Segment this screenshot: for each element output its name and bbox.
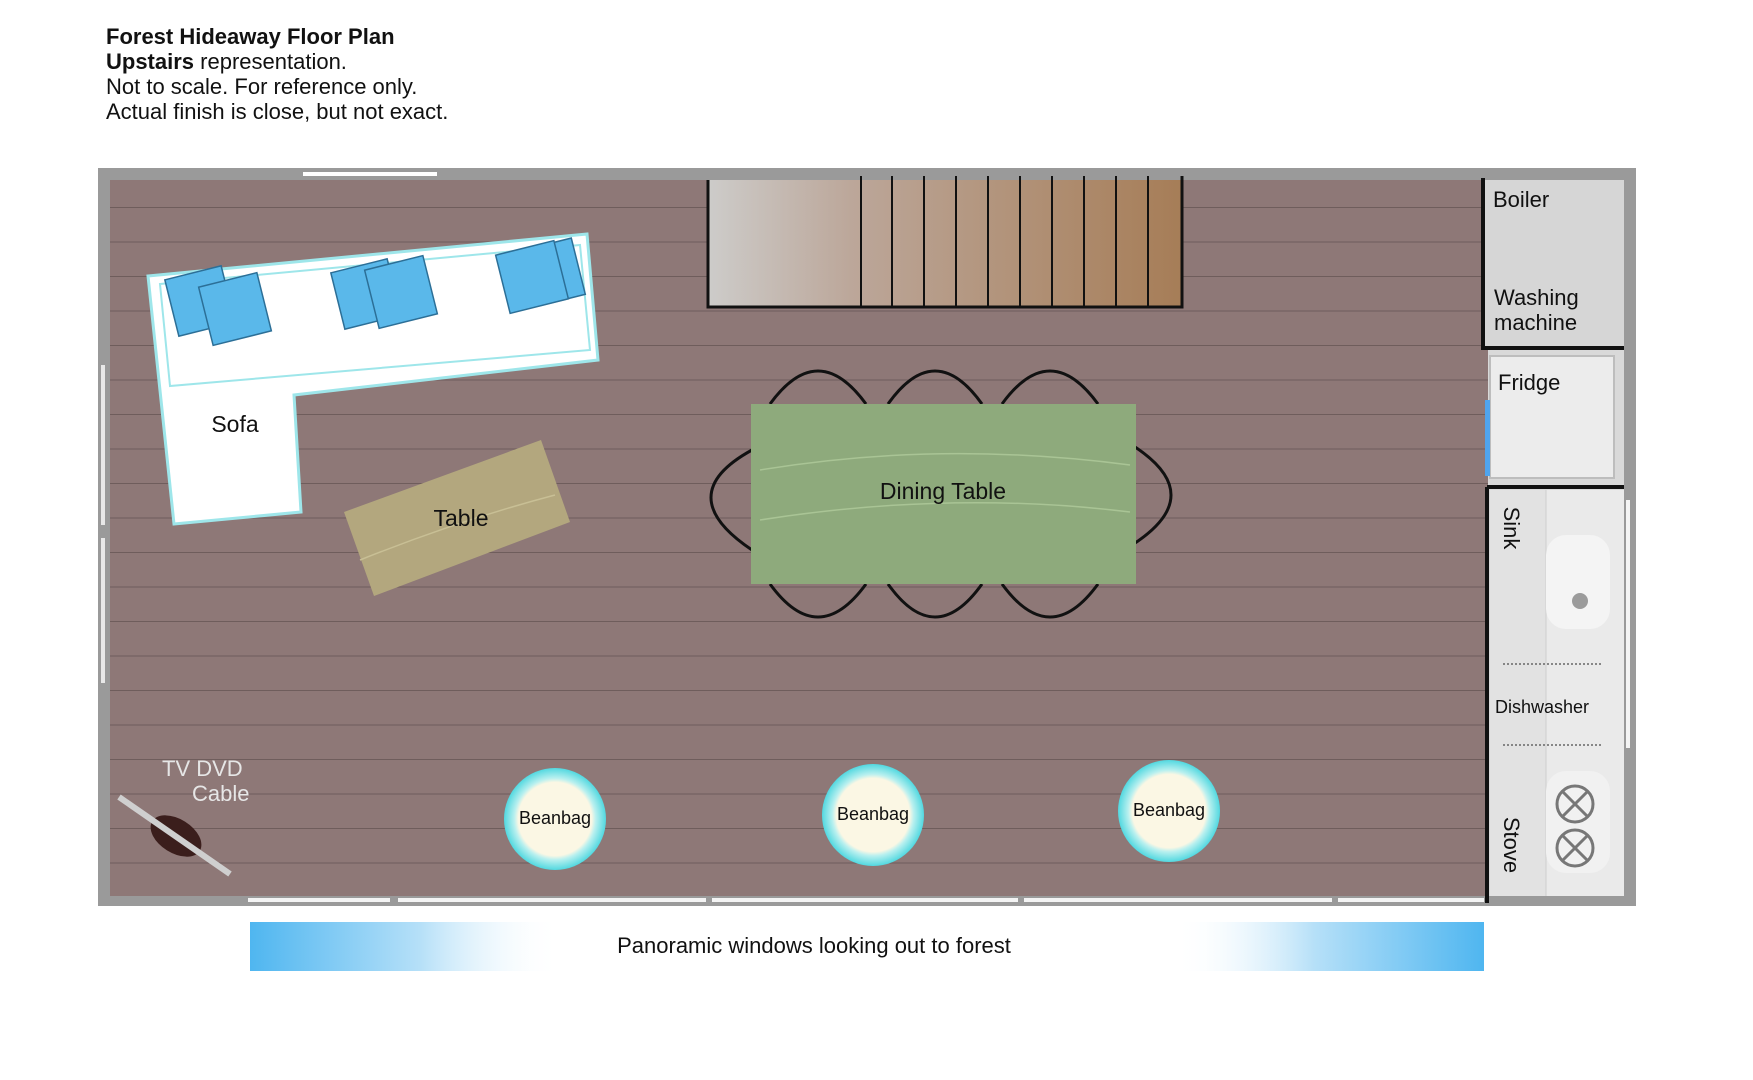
stove-label: Stove — [1499, 817, 1524, 873]
sink-drain-icon — [1572, 593, 1588, 609]
left-window-upper — [101, 365, 105, 525]
fridge-label: Fridge — [1498, 370, 1560, 395]
beanbag-label: Beanbag — [519, 808, 591, 828]
beanbag-label: Beanbag — [1133, 800, 1205, 820]
boiler-washer-closet: Boiler Washing machine — [1481, 178, 1624, 350]
washing-label-2: machine — [1494, 310, 1577, 335]
staircase — [706, 176, 1184, 309]
right-window-marker — [1626, 500, 1630, 748]
beanbag-3: Beanbag — [1118, 760, 1220, 862]
beanbag-2: Beanbag — [822, 764, 924, 866]
left-window-lower — [101, 538, 105, 683]
kitchen-counter: Sink Dishwasher Stove — [1485, 487, 1624, 903]
floor-plan: Sofa Table Dining Table TV DVD Cable Bea… — [98, 168, 1636, 971]
panoramic-windows-banner: Panoramic windows looking out to forest — [250, 922, 1484, 971]
sink-label: Sink — [1499, 507, 1524, 551]
sofa-label: Sofa — [211, 411, 259, 437]
washing-label-1: Washing — [1494, 285, 1579, 310]
dishwasher-label: Dishwasher — [1495, 697, 1589, 717]
cable-label: Cable — [192, 781, 249, 806]
dining-table-label: Dining Table — [880, 478, 1006, 504]
fridge-door-indicator — [1485, 400, 1490, 476]
top-window-marker — [303, 172, 437, 176]
beanbag-label: Beanbag — [837, 804, 909, 824]
tv-label: TV DVD — [162, 756, 243, 781]
sink-basin — [1546, 535, 1610, 629]
panoramic-window-frames — [248, 898, 1484, 902]
beanbag-1: Beanbag — [504, 768, 606, 870]
windows-caption: Panoramic windows looking out to forest — [617, 933, 1011, 958]
coffee-table-label: Table — [434, 505, 489, 531]
fridge: Fridge — [1485, 355, 1615, 479]
boiler-label: Boiler — [1493, 187, 1549, 212]
dining-table: Dining Table — [751, 404, 1136, 584]
